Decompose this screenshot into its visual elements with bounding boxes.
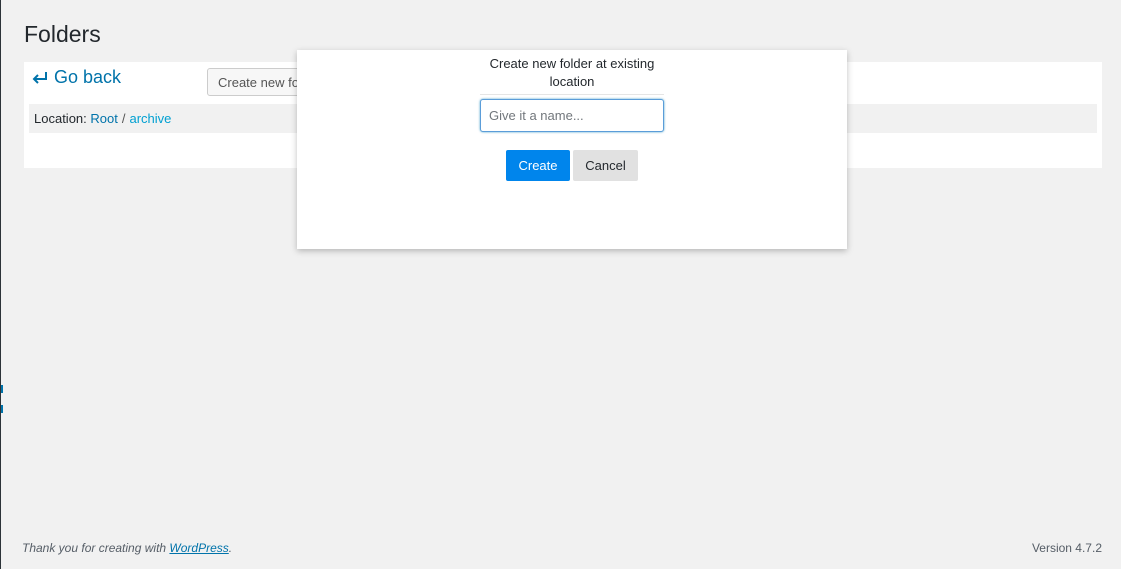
modal-divider <box>480 94 664 95</box>
footer-thanks-suffix: . <box>228 541 233 555</box>
edge-marker <box>1 405 3 413</box>
footer-thanks-text: Thank you for creating with <box>22 541 167 555</box>
page-title: Folders <box>24 21 101 47</box>
wordpress-link[interactable]: WordPress <box>169 541 228 555</box>
breadcrumb-archive-link[interactable]: archive <box>129 111 171 126</box>
breadcrumb-root-link[interactable]: Root <box>90 111 117 126</box>
modal-title: Create new folder at existing location <box>489 56 655 89</box>
folder-name-input[interactable] <box>480 99 664 132</box>
location-prefix: Location: <box>34 111 87 126</box>
return-arrow-icon <box>32 71 48 85</box>
footer-version: Version 4.7.2 <box>1031 541 1102 555</box>
breadcrumb-separator: / <box>121 111 126 126</box>
cancel-button[interactable]: Cancel <box>573 150 638 181</box>
create-folder-modal: Create new folder at existing location C… <box>297 50 847 249</box>
edge-marker <box>1 385 3 393</box>
go-back-label: Go back <box>54 67 122 87</box>
footer-thanks: Thank you for creating with WordPress. <box>22 541 232 555</box>
create-button[interactable]: Create <box>506 150 570 181</box>
go-back-link[interactable]: Go back <box>32 67 121 88</box>
